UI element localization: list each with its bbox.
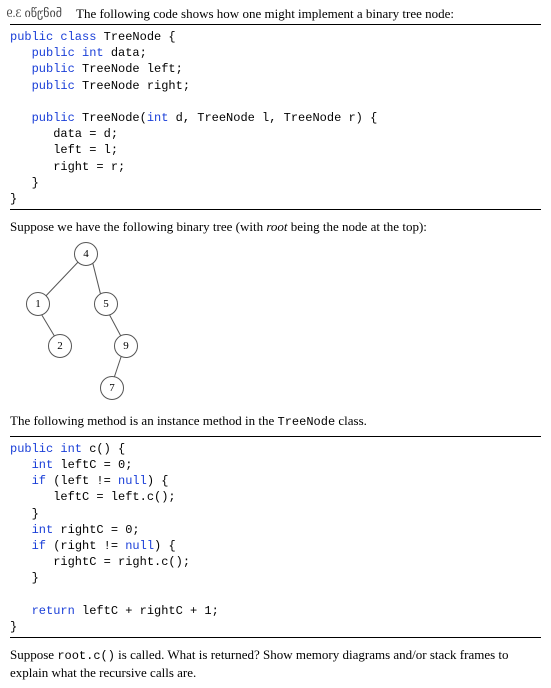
kw: public class: [10, 30, 96, 44]
code-text: d, TreeNode l, TreeNode r) {: [168, 111, 377, 125]
call-mono: root.c(): [57, 649, 115, 663]
kw: return: [10, 604, 75, 618]
kw: public: [10, 62, 75, 76]
intro-text: The following code shows how one might i…: [76, 6, 541, 22]
code-text: TreeNode left;: [75, 62, 183, 76]
code-text: leftC = left.c();: [10, 490, 176, 504]
text: class.: [335, 413, 367, 428]
code-text: data;: [104, 46, 147, 60]
code-text: (right !=: [46, 539, 125, 553]
kw: null: [125, 539, 154, 553]
text: being the node at the top):: [288, 219, 427, 234]
code-text: leftC = 0;: [53, 458, 132, 472]
code-text: }: [10, 620, 17, 634]
code-text: data = d;: [10, 127, 118, 141]
code-text: right = r;: [10, 160, 125, 174]
node-label: 1: [35, 298, 41, 310]
tree-node: 1: [26, 292, 50, 316]
page: ნიმუში 3.9 The following code shows how …: [0, 0, 551, 688]
para-question: Suppose root.c() is called. What is retu…: [10, 646, 541, 682]
code-text: c() {: [82, 442, 125, 456]
code-text: leftC + rightC + 1;: [75, 604, 219, 618]
text: Suppose we have the following binary tre…: [10, 219, 266, 234]
top-row: ნიმუში 3.9 The following code shows how …: [10, 6, 541, 22]
para-tree-intro: Suppose we have the following binary tre…: [10, 218, 541, 236]
node-label: 9: [123, 340, 129, 352]
code-text: left = l;: [10, 143, 118, 157]
node-label: 2: [57, 340, 63, 352]
rule-bottom-1: [10, 209, 541, 210]
tree-node: 2: [48, 334, 72, 358]
code-text: }: [10, 571, 39, 585]
code-block-1: public class TreeNode { public int data;…: [10, 29, 541, 207]
kw: public: [10, 111, 75, 125]
binary-tree: 4 1 5 2 9 7: [18, 242, 198, 404]
tree-node: 5: [94, 292, 118, 316]
margin-label: ნიმუში 3.9: [10, 6, 62, 21]
kw: null: [118, 474, 147, 488]
text: Suppose: [10, 647, 57, 662]
code-text: TreeNode(: [75, 111, 147, 125]
class-name-mono: TreeNode: [278, 415, 336, 429]
root-ital: root: [266, 219, 287, 234]
kw: if: [10, 539, 46, 553]
tree-node: 9: [114, 334, 138, 358]
tree-node: 7: [100, 376, 124, 400]
node-label: 5: [103, 298, 109, 310]
kw: int: [10, 458, 53, 472]
code-block-2: public int c() { int leftC = 0; if (left…: [10, 441, 541, 635]
code-text: rightC = 0;: [53, 523, 139, 537]
code-text: ) {: [147, 474, 169, 488]
kw: int: [147, 111, 169, 125]
kw: public: [10, 79, 75, 93]
kw: if: [10, 474, 46, 488]
code-text: }: [10, 507, 39, 521]
node-label: 4: [83, 248, 89, 260]
rule-top-2: [10, 436, 541, 437]
rule-bottom-2: [10, 637, 541, 638]
code-text: }: [10, 192, 17, 206]
tree-node: 4: [74, 242, 98, 266]
kw: public int: [10, 46, 104, 60]
code-text: ) {: [154, 539, 176, 553]
kw: int: [10, 523, 53, 537]
rule-top-1: [10, 24, 541, 25]
kw: public int: [10, 442, 82, 456]
code-text: TreeNode right;: [75, 79, 190, 93]
node-label: 7: [109, 382, 115, 394]
text: The following method is an instance meth…: [10, 413, 278, 428]
code-text: (left !=: [46, 474, 118, 488]
code-text: TreeNode {: [96, 30, 175, 44]
code-text: rightC = right.c();: [10, 555, 190, 569]
code-text: }: [10, 176, 39, 190]
para-method-intro: The following method is an instance meth…: [10, 412, 541, 430]
